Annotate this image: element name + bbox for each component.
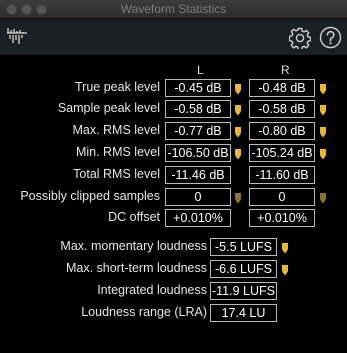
column-header-right: R [281,63,290,77]
stat-value-left: -0.45 dB [165,79,231,97]
waveform-logo-icon [7,28,27,44]
stat-label: Total RMS level [73,167,160,181]
marker-pin-icon[interactable] [234,82,242,95]
marker-pin-icon[interactable] [319,82,327,95]
marker-pin-icon[interactable] [281,241,289,254]
stat-value-left: 0 [165,188,231,206]
loudness-label: Loudness range (LRA) [81,305,207,319]
loudness-label: Max. short-term loudness [65,261,207,275]
stat-value-right: +0.010% [249,209,315,227]
stat-label: DC offset [108,210,160,224]
window-title: Waveform Statistics [120,2,227,16]
marker-pin-icon[interactable] [319,191,327,204]
marker-pin-icon[interactable] [234,147,242,160]
stat-value-left: -106.50 dB [165,144,231,162]
stat-value-right: -11.60 dB [249,166,315,184]
loudness-label: Max. momentary loudness [60,239,207,253]
stat-value-right: 0 [249,188,315,206]
marker-pin-icon[interactable] [319,125,327,138]
stat-value-right: -0.58 dB [249,100,315,118]
gear-icon[interactable] [289,27,311,49]
marker-pin-icon[interactable] [234,103,242,116]
toolbar [0,19,347,55]
stat-value-right: -0.48 dB [249,79,315,97]
stat-value-right: -0.80 dB [249,122,315,140]
marker-pin-icon[interactable] [234,125,242,138]
stat-value-left: -0.58 dB [165,100,231,118]
stat-label: Sample peak level [57,101,160,115]
title-bar: Waveform Statistics [0,0,347,19]
stat-label: Possibly clipped samples [20,189,160,203]
loudness-value: 17.4 LU [210,304,277,322]
marker-pin-icon[interactable] [319,147,327,160]
loudness-value: -11.9 LUFS [210,282,277,300]
stat-value-left: -11.46 dB [165,166,231,184]
stat-value-right: -105.24 dB [249,144,315,162]
marker-pin-icon[interactable] [281,263,289,276]
loudness-label: Integrated loudness [97,283,207,297]
stat-label: True peak level [75,80,160,94]
stat-value-left: +0.010% [165,209,231,227]
help-icon[interactable] [319,26,342,49]
marker-pin-icon[interactable] [234,191,242,204]
marker-pin-icon[interactable] [319,103,327,116]
stat-label: Max. RMS level [72,123,160,137]
loudness-value: -6.6 LUFS [210,260,277,278]
column-header-left: L [197,63,204,77]
loudness-value: -5.5 LUFS [210,238,277,256]
stat-value-left: -0.77 dB [165,122,231,140]
stat-label: Min. RMS level [75,145,160,159]
